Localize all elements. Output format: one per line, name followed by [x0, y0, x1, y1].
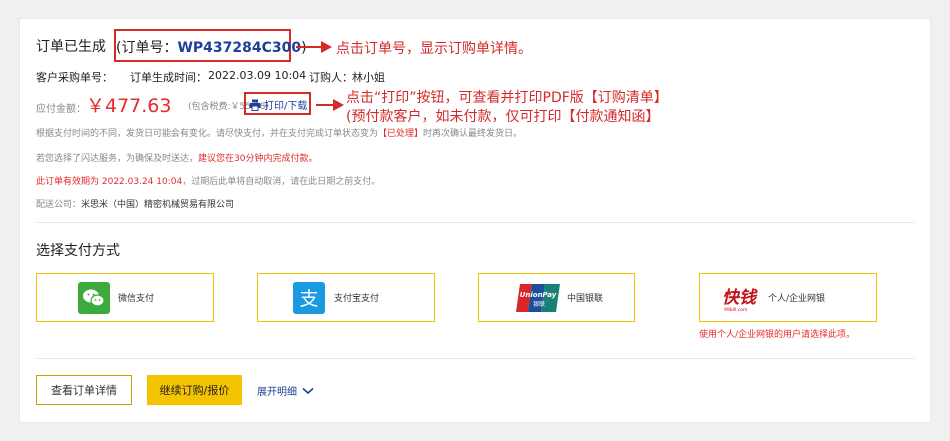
unionpay-logo-sub: 银联 — [533, 300, 545, 308]
wechat-pay-icon — [78, 281, 110, 314]
orderer-value: 林小姐 — [352, 71, 385, 84]
order-number: WP437284C300 — [177, 40, 302, 56]
annotation-arrow-print — [316, 99, 344, 111]
kuaiqian-logo-sub: 99bill.com — [724, 307, 747, 313]
kuaiqian-icon: 快钱 99bill.com — [722, 288, 758, 313]
customer-po-label: 客户采购单号： — [36, 71, 113, 84]
order-confirmation-card: 订单已生成 (订单号：WP437284C300) 点击订单号，显示订购单详情。 … — [20, 19, 930, 422]
amount-label: 应付金额： — [36, 104, 86, 115]
unionpay-logo-text: UnionPay — [520, 291, 557, 299]
created-time-label: 订单生成时间： — [130, 71, 207, 84]
delivery-note: 根据支付时间的不同，发货日可能会有变化。请尽快支付，并在支付完成订单状态变为【已… — [36, 129, 523, 139]
section-divider — [36, 222, 914, 223]
pay-method-alipay[interactable]: 支 支付宝支付 — [257, 273, 435, 322]
flash-service-note: 若您选择了闪达服务，为确保及时送达，建议您在30分钟内完成付款。 — [36, 154, 318, 164]
pay-method-label: 支付宝支付 — [334, 294, 380, 304]
expand-details-link[interactable]: 展开明细 — [257, 383, 314, 398]
shipper-info: 配送公司：米思米（中国）精密机械贸易有限公司 — [36, 200, 235, 210]
continue-order-button[interactable]: 继续订购/报价 — [147, 375, 242, 405]
netbank-tip: 使用个人/企业网银的用户请选择此项。 — [699, 330, 856, 340]
alipay-icon: 支 — [293, 281, 325, 314]
orderer-label: 订购人： — [309, 71, 353, 84]
payment-section-title: 选择支付方式 — [36, 243, 120, 259]
annotation-print-line2: (预付款客户，如未付款，仅可打印【付款通知函】 — [346, 109, 660, 125]
pay-method-label: 个人/企业网银 — [768, 294, 826, 304]
section-divider — [36, 358, 914, 359]
created-time-value: 2022.03.09 10:04 — [208, 69, 307, 82]
view-order-details-button[interactable]: 查看订单详情 — [36, 375, 132, 405]
print-button-label: 打印/下载 — [264, 101, 308, 112]
kuaiqian-logo-text: 快钱 — [722, 288, 758, 308]
printer-icon — [249, 99, 261, 111]
expand-details-label: 展开明细 — [257, 387, 297, 398]
annotation-arrow-order — [296, 41, 332, 53]
pay-method-label: 微信支付 — [118, 294, 155, 304]
amount-value: ￥477.63 — [86, 95, 172, 117]
pay-method-unionpay[interactable]: UnionPay 银联 中国银联 — [478, 273, 635, 322]
annotation-order-number: 点击订单号，显示订购单详情。 — [336, 41, 532, 57]
validity-note: 此订单有效期为 2022.03.24 10:04，过期后此单将自动取消，请在此日… — [36, 177, 381, 187]
order-status-title: 订单已生成 — [36, 39, 106, 55]
pay-method-label: 中国银联 — [567, 294, 604, 304]
svg-text:支: 支 — [299, 288, 318, 310]
pay-method-wechat[interactable]: 微信支付 — [36, 273, 214, 322]
unionpay-icon: UnionPay 银联 — [516, 283, 560, 312]
chevron-down-icon — [302, 387, 314, 394]
order-number-link[interactable]: (订单号：WP437284C300) — [116, 37, 307, 57]
print-download-button[interactable]: 打印/下载 — [249, 97, 307, 112]
annotation-print-line1: 点击“打印”按钮，可查看并打印PDF版【订购清单】 — [346, 90, 668, 106]
pay-method-netbank[interactable]: 快钱 99bill.com 个人/企业网银 — [699, 273, 877, 322]
